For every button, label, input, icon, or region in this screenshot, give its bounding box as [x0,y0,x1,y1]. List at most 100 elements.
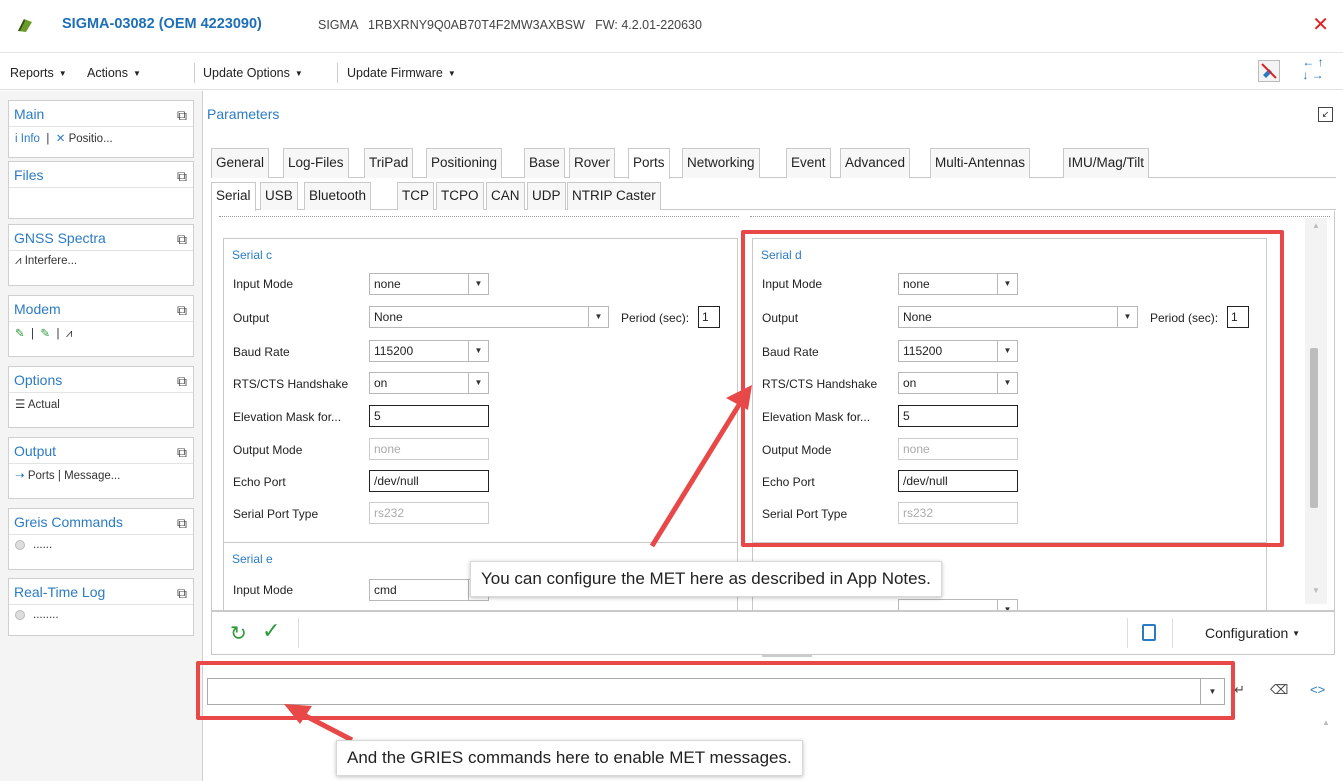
tab-general[interactable]: General [211,148,270,178]
caret-down-icon: ▼ [58,69,67,78]
panel-title: Real-Time Log [14,584,106,600]
sidebar-panel-modem: Modem ⧉ ✎ | ✎ | ⩘ [8,295,194,357]
menu-update-firmware[interactable]: Update Firmware ▼ [347,66,456,80]
messages-item[interactable]: Message... [64,470,120,482]
configuration-menu[interactable]: Configuration ▼ [1205,625,1300,641]
menu-label: Update Options [203,66,290,80]
baud-rate-select[interactable]: 115200 ▼ [369,340,489,362]
subtab-bluetooth[interactable]: Bluetooth [304,182,372,210]
panel-body: ⩘ Interfere... [9,251,193,272]
popout-icon[interactable]: ⧉ [177,510,187,536]
link-icon[interactable]: ✎ [40,328,50,340]
caret-down-icon: ▼ [1292,629,1301,638]
divider [219,216,739,217]
splitter-handle[interactable] [762,655,812,657]
elevation-mask-input[interactable]: 5 [369,405,489,427]
tab-multi-antennas[interactable]: Multi-Antennas [930,148,1031,178]
rtlog-item[interactable]: ........ [33,609,59,621]
tab-tripad[interactable]: TriPad [364,148,414,178]
scroll-down-icon[interactable]: ▼ [1312,586,1320,595]
chevron-down-icon: ▼ [997,600,1017,610]
sidebar-panel-options: Options ⧉ ☰ Actual [8,366,194,428]
caret-down-icon: ▼ [133,69,141,78]
list-icon: ☰ [15,399,26,411]
select-field[interactable]: ▼ [898,599,1018,610]
chevron-down-icon: ▼ [468,341,488,361]
tab-advanced[interactable]: Advanced [840,148,911,178]
subtab-usb[interactable]: USB [260,182,298,210]
close-icon[interactable]: ✕ [1312,12,1329,37]
scroll-thumb[interactable] [1310,348,1318,508]
subtab-udp[interactable]: UDP [527,182,566,210]
sidebar-panel-main: Main ⧉ i Info | ✕ Positio... [8,100,194,158]
disconnect-tool-button[interactable] [1258,60,1280,82]
connect-icon[interactable]: ✎ [15,328,25,340]
port-subtabs: Serial USB Bluetooth TCP TCPO CAN UDP NT… [211,182,1336,211]
disconnect-icon [1261,63,1277,79]
output-mode-label: Output Mode [233,443,303,457]
refresh-icon[interactable]: ↻ [230,621,247,646]
apply-check-icon[interactable]: ✓ [262,618,280,644]
divider [1127,618,1128,648]
subtab-serial[interactable]: Serial [211,182,256,211]
enter-icon[interactable]: ↵ [1234,682,1245,698]
minimize-icon[interactable]: ↙ [1318,107,1333,122]
baud-rate-label: Baud Rate [233,345,290,359]
tab-base[interactable]: Base [524,148,565,178]
popout-icon[interactable]: ⧉ [177,226,187,252]
menu-actions[interactable]: Actions ▼ [87,66,141,80]
save-config-icon[interactable] [1142,624,1156,641]
panel-header: Real-Time Log ⧉ [9,579,193,605]
ports-item[interactable]: Ports [28,470,55,482]
status-dot-icon [15,609,25,620]
panel-title: Options [14,372,63,388]
tab-networking[interactable]: Networking [682,148,760,178]
period-input[interactable]: 1 [698,306,720,328]
tab-ports[interactable]: Ports [628,148,670,179]
popout-icon[interactable]: ⧉ [177,297,187,323]
menu-update-options[interactable]: Update Options ▼ [203,66,303,80]
code-icon[interactable]: <> [1310,682,1325,697]
serial-port-type-field: rs232 [369,502,489,524]
input-mode-select[interactable]: none ▼ [369,273,489,295]
tab-positioning[interactable]: Positioning [426,148,503,178]
rts-cts-select[interactable]: on ▼ [369,372,489,394]
echo-port-input[interactable]: /dev/null [369,470,489,492]
tab-log-files[interactable]: Log-Files [283,148,349,178]
chart-icon: ⩘ [15,255,22,267]
layout-arrows-icon[interactable]: ← ↑ ↓ → [1293,56,1333,82]
subtab-tcp[interactable]: TCP [397,182,434,210]
subtab-tcpo[interactable]: TCPO [436,182,484,210]
position-item[interactable]: Positio... [69,133,113,145]
device-info: SIGMA 1RBXRNY9Q0AB70T4F2MW3AXBSW FW: 4.2… [318,18,702,32]
panel-header: GNSS Spectra ⧉ [9,225,193,251]
vertical-scrollbar[interactable]: ▲ ▼ [1305,218,1327,604]
popout-icon[interactable]: ⧉ [177,102,187,128]
caret-down-icon: ▼ [294,69,303,78]
serial-port-type-label: Serial Port Type [233,507,319,521]
scroll-up-icon[interactable]: ▲ [1312,221,1320,230]
popout-icon[interactable]: ⧉ [177,439,187,465]
scroll-up-icon[interactable]: ▲ [1322,718,1330,727]
tab-imu-mag-tilt[interactable]: IMU/Mag/Tilt [1063,148,1150,178]
popout-icon[interactable]: ⧉ [177,580,187,606]
greis-item[interactable]: ...... [33,539,52,551]
output-select[interactable]: None ▼ [369,306,609,328]
menu-divider [194,63,195,83]
panel-title: Files [14,167,44,183]
interference-item[interactable]: Interfere... [25,255,77,267]
subtab-ntrip-caster[interactable]: NTRIP Caster [567,182,661,210]
tab-event[interactable]: Event [786,148,831,178]
tab-rover[interactable]: Rover [569,148,616,178]
popout-icon[interactable]: ⧉ [177,163,187,189]
subtab-can[interactable]: CAN [486,182,525,210]
sidebar-panel-files: Files ⧉ [8,161,194,219]
actual-item[interactable]: Actual [28,399,60,411]
eraser-icon[interactable]: ⌫ [1270,682,1288,698]
info-item[interactable]: i Info [15,133,40,145]
menu-reports[interactable]: Reports ▼ [10,66,67,80]
action-bar: ↻ ✓ Configuration ▼ [211,611,1335,655]
chart-icon[interactable]: ⩘ [66,328,73,340]
popout-icon[interactable]: ⧉ [177,368,187,394]
echo-port-label: Echo Port [233,475,286,489]
